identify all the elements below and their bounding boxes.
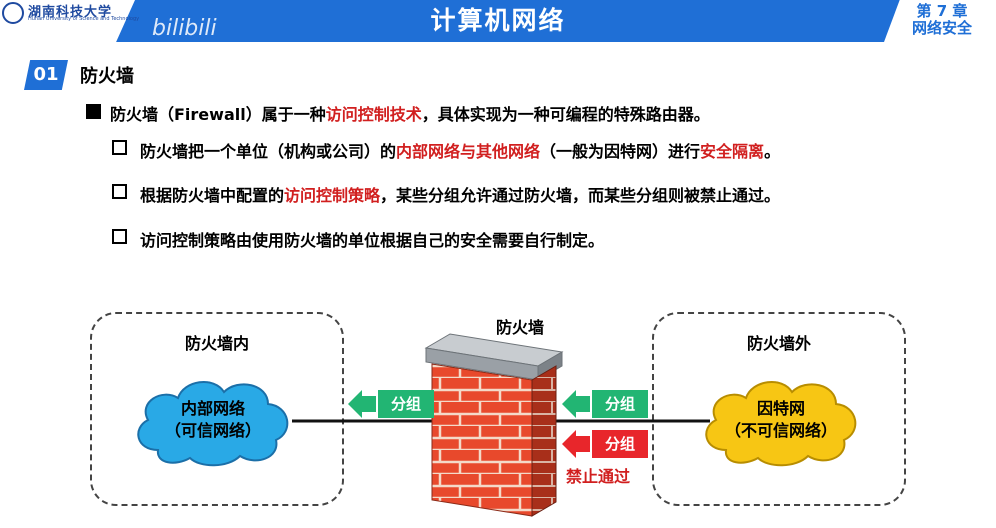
packet-inside-label: 分组	[390, 395, 421, 413]
packet-blocked-label: 分组	[604, 435, 635, 453]
outside-cloud-line-2: （不可信网络）	[724, 421, 837, 440]
inside-cloud-line-2: （可信网络）	[164, 421, 261, 440]
outside-cloud-label: 因特网 （不可信网络）	[696, 398, 866, 442]
packet-allowed-label: 分组	[604, 395, 635, 413]
inside-cloud-label: 内部网络 （可信网络）	[128, 398, 298, 442]
firewall-brick-wall-icon	[424, 333, 564, 517]
blocked-label: 禁止通过	[566, 467, 631, 486]
inside-cloud-line-1: 内部网络	[180, 399, 245, 418]
outside-cloud-line-1: 因特网	[756, 399, 805, 418]
